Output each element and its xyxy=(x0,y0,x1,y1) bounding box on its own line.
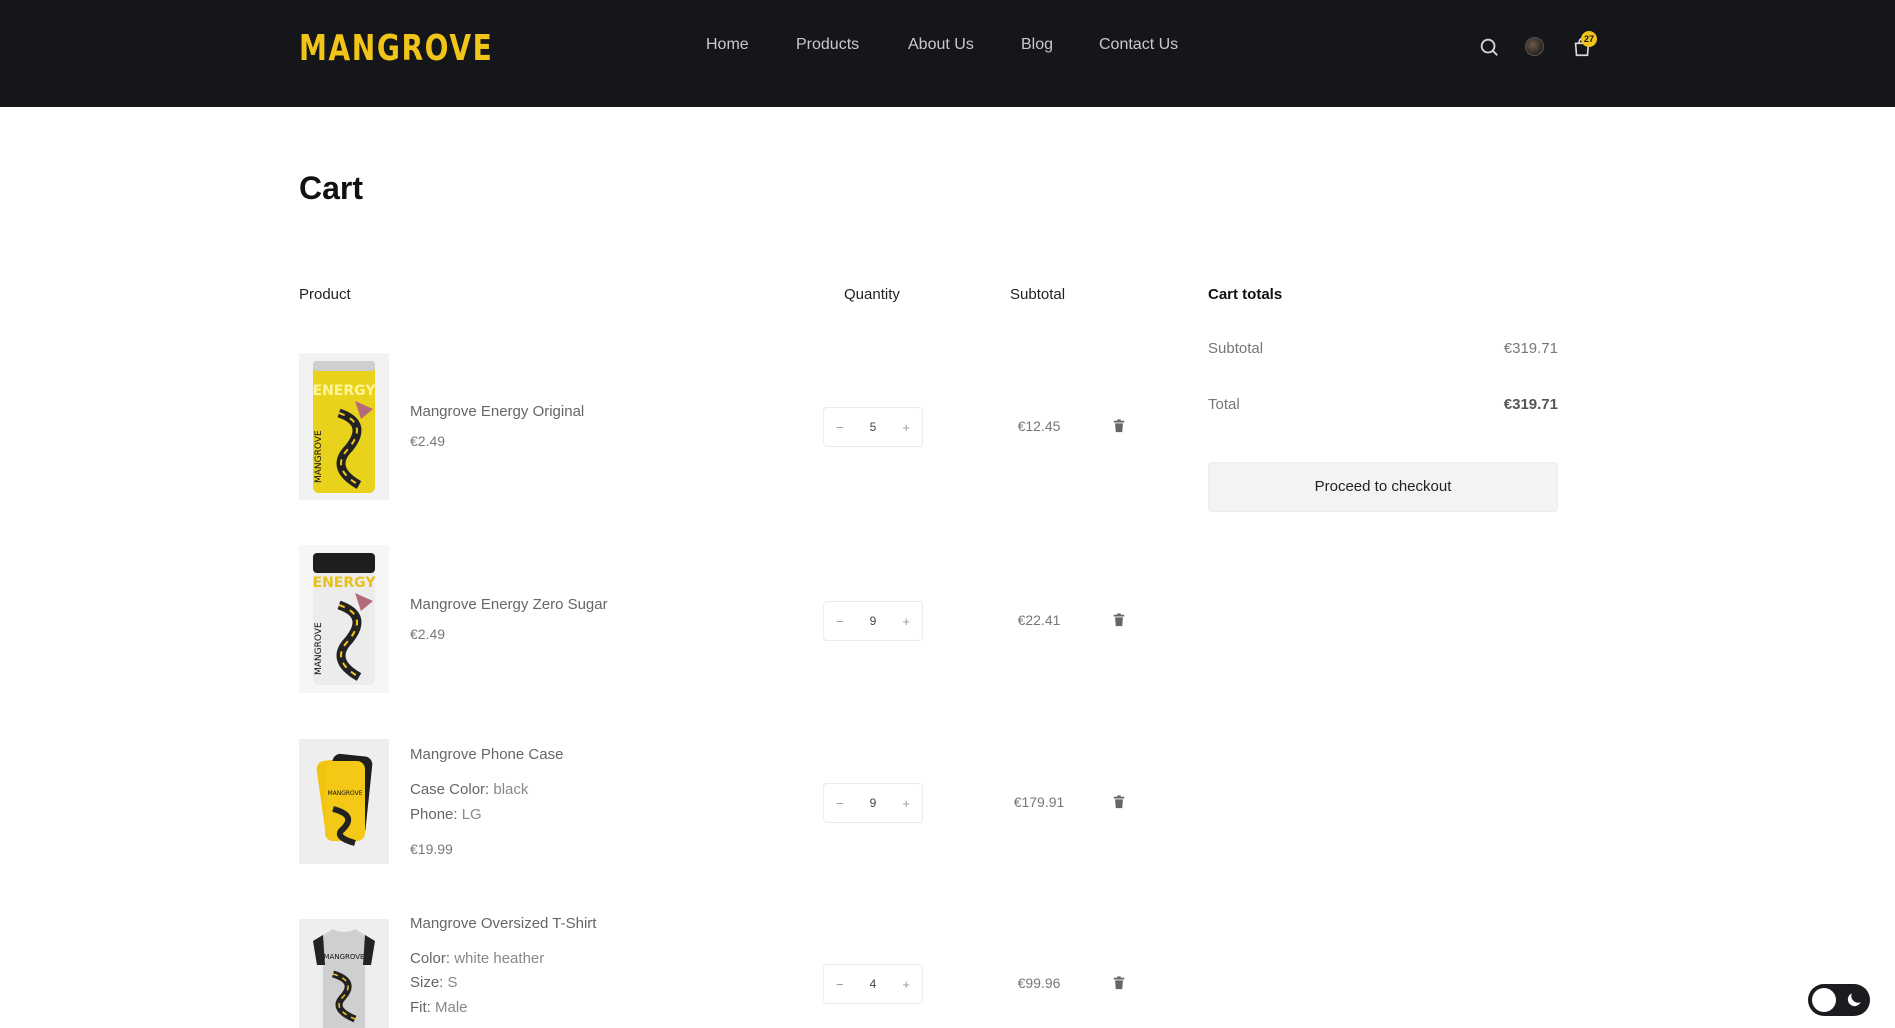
trash-icon[interactable] xyxy=(1112,795,1126,809)
qty-value[interactable]: 5 xyxy=(870,420,877,434)
qty-value[interactable]: 9 xyxy=(870,796,877,810)
page-title: Cart xyxy=(299,170,364,206)
row-subtotal: €12.45 xyxy=(1017,418,1061,434)
quantity-stepper: − 5 + xyxy=(823,407,923,447)
moon-icon xyxy=(1844,990,1864,1010)
attribute-label: Fit: xyxy=(410,999,431,1016)
product-attribute: Size: S xyxy=(410,974,458,991)
svg-text:MANGROVE: MANGROVE xyxy=(314,622,324,675)
qty-value[interactable]: 4 xyxy=(870,977,877,991)
product-name[interactable]: Mangrove Phone Case xyxy=(410,746,563,763)
cart-count-badge: 27 xyxy=(1581,31,1597,47)
qty-decrease-button[interactable]: − xyxy=(836,796,844,811)
proceed-to-checkout-button[interactable]: Proceed to checkout xyxy=(1208,462,1558,512)
svg-text:ENERGY: ENERGY xyxy=(313,575,377,591)
theme-toggle[interactable] xyxy=(1808,984,1870,1016)
quantity-stepper: − 4 + xyxy=(823,964,923,1004)
attribute-value: Male xyxy=(435,999,468,1016)
product-attribute: Phone: LG xyxy=(410,806,482,823)
nav-contact-us[interactable]: Contact Us xyxy=(1099,36,1178,54)
qty-increase-button[interactable]: + xyxy=(902,614,910,629)
qty-decrease-button[interactable]: − xyxy=(836,420,844,435)
product-image[interactable]: MANGROVE xyxy=(299,739,389,864)
qty-increase-button[interactable]: + xyxy=(902,420,910,435)
attribute-label: Color: xyxy=(410,950,451,967)
product-name[interactable]: Mangrove Energy Zero Sugar xyxy=(410,596,608,613)
attribute-label: Size: xyxy=(410,974,444,991)
attribute-label: Phone: xyxy=(410,806,458,823)
site-logo[interactable]: MANGROVE xyxy=(299,28,493,69)
totals-total-label: Total xyxy=(1208,396,1240,413)
site-header: MANGROVE Home Products About Us Blog Con… xyxy=(0,0,1895,107)
qty-value[interactable]: 9 xyxy=(870,614,877,628)
attribute-value: LG xyxy=(461,806,482,823)
nav-about-us[interactable]: About Us xyxy=(908,36,974,54)
row-subtotal: €179.91 xyxy=(1013,794,1065,810)
row-subtotal: €99.96 xyxy=(1017,975,1061,991)
product-image[interactable]: ENERGY MANGROVE xyxy=(299,545,389,693)
product-attribute: Fit: Male xyxy=(410,999,468,1016)
qty-increase-button[interactable]: + xyxy=(902,977,910,992)
nav-home[interactable]: Home xyxy=(706,36,749,54)
quantity-stepper: − 9 + xyxy=(823,601,923,641)
product-image[interactable]: ENERGY MANGROVE xyxy=(299,353,389,500)
toggle-knob xyxy=(1812,988,1836,1012)
qty-decrease-button[interactable]: − xyxy=(836,614,844,629)
product-attribute: Case Color: black xyxy=(410,781,528,798)
trash-icon[interactable] xyxy=(1112,976,1126,990)
qty-decrease-button[interactable]: − xyxy=(836,977,844,992)
product-price: €2.49 xyxy=(410,626,446,642)
row-subtotal: €22.41 xyxy=(1017,612,1061,628)
totals-subtotal-value: €319.71 xyxy=(1503,340,1558,357)
search-icon[interactable] xyxy=(1478,36,1500,58)
product-price: €19.99 xyxy=(410,841,453,857)
totals-subtotal-label: Subtotal xyxy=(1208,340,1264,357)
product-name[interactable]: Mangrove Energy Original xyxy=(410,403,584,420)
svg-text:MANGROVE: MANGROVE xyxy=(324,953,365,961)
header-quantity: Quantity xyxy=(844,286,900,303)
nav-products[interactable]: Products xyxy=(796,36,859,54)
trash-icon[interactable] xyxy=(1112,419,1126,433)
attribute-value: black xyxy=(493,781,529,798)
nav-blog[interactable]: Blog xyxy=(1021,36,1053,54)
totals-total-value: €319.71 xyxy=(1503,396,1558,413)
attribute-label: Case Color: xyxy=(410,781,490,798)
cart-totals-title: Cart totals xyxy=(1208,286,1283,303)
qty-increase-button[interactable]: + xyxy=(902,796,910,811)
product-price: €2.49 xyxy=(410,433,446,449)
header-subtotal: Subtotal xyxy=(1010,286,1066,303)
trash-icon[interactable] xyxy=(1112,613,1126,627)
product-image[interactable]: MANGROVE xyxy=(299,919,389,1028)
attribute-value: white heather xyxy=(454,950,545,967)
svg-text:ENERGY: ENERGY xyxy=(313,383,377,399)
svg-text:MANGROVE: MANGROVE xyxy=(314,430,324,483)
svg-text:MANGROVE: MANGROVE xyxy=(327,790,362,797)
avatar[interactable] xyxy=(1525,37,1544,56)
header-product: Product xyxy=(299,286,351,303)
quantity-stepper: − 9 + xyxy=(823,783,923,823)
product-attribute: Color: white heather xyxy=(410,950,544,967)
attribute-value: S xyxy=(447,974,458,991)
product-name[interactable]: Mangrove Oversized T-Shirt xyxy=(410,915,596,932)
